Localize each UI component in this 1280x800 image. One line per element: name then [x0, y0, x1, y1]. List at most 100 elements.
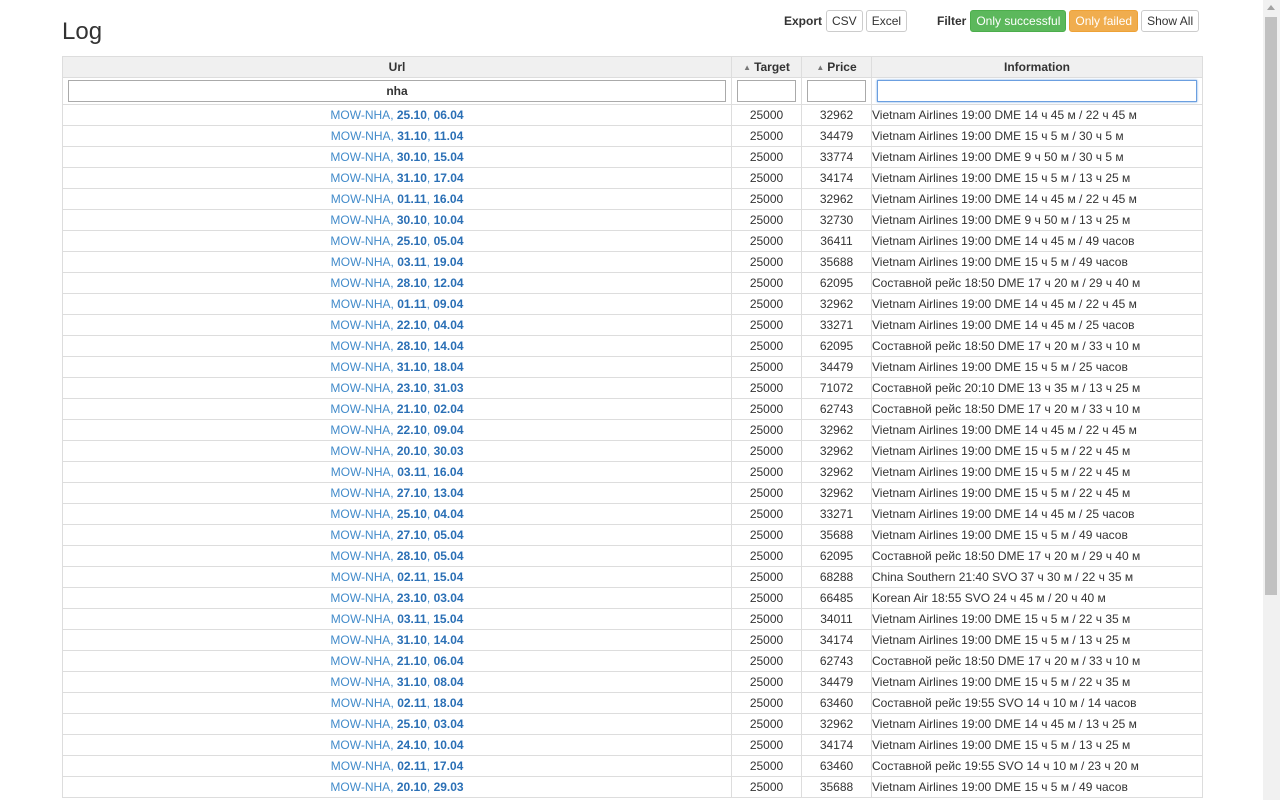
route: MOW-NHA	[330, 675, 391, 689]
row-url-link[interactable]: MOW-NHA, 31.10, 14.04	[330, 633, 463, 647]
vertical-scrollbar[interactable]	[1263, 0, 1280, 800]
table-row: MOW-NHA, 01.11, 09.04 25000 32962 Vietnam A…	[62, 293, 1203, 315]
information-cell: Составной рейс 18:50 DME 17 ч 20 м / 29 …	[871, 545, 1203, 567]
departure-date: 28.10	[396, 549, 427, 563]
target-cell: 25000	[731, 734, 802, 756]
table-row: MOW-NHA, 23.10, 03.04 25000 66485 Korean Ai…	[62, 587, 1203, 609]
column-header-information[interactable]: Information	[871, 56, 1203, 78]
show-all-button[interactable]: Show All	[1141, 9, 1200, 32]
information-cell: Vietnam Airlines 19:00 DME 14 ч 45 м / 2…	[871, 503, 1203, 525]
export-csv-button[interactable]: CSV	[826, 9, 863, 32]
row-url-link[interactable]: MOW-NHA, 23.10, 31.03	[330, 381, 463, 395]
return-date: 03.04	[433, 591, 464, 605]
information-cell: Vietnam Airlines 19:00 DME 15 ч 5 м / 49…	[871, 776, 1203, 798]
departure-date: 31.10	[397, 129, 428, 143]
row-url-link[interactable]: MOW-NHA, 30.10, 10.04	[330, 213, 463, 227]
row-url-link[interactable]: MOW-NHA, 21.10, 06.04	[330, 654, 463, 668]
price-cell: 34479	[801, 356, 872, 378]
row-url-link[interactable]: MOW-NHA, 28.10, 05.04	[330, 549, 463, 563]
target-cell: 25000	[731, 692, 802, 714]
row-url-link[interactable]: MOW-NHA, 28.10, 12.04	[330, 276, 463, 290]
row-url-link[interactable]: MOW-NHA, 24.10, 10.04	[330, 738, 463, 752]
row-url-link[interactable]: MOW-NHA, 02.11, 18.04	[331, 696, 464, 710]
row-url-link[interactable]: MOW-NHA, 23.10, 03.04	[330, 591, 463, 605]
only-successful-button[interactable]: Only successful	[970, 9, 1067, 32]
url-filter-input[interactable]	[68, 80, 726, 102]
row-url-link[interactable]: MOW-NHA, 31.10, 08.04	[330, 675, 463, 689]
target-filter-input[interactable]	[737, 80, 796, 102]
row-url-link[interactable]: MOW-NHA, 03.11, 16.04	[331, 465, 464, 479]
row-url-link[interactable]: MOW-NHA, 27.10, 05.04	[330, 528, 463, 542]
row-url-link[interactable]: MOW-NHA, 27.10, 13.04	[330, 486, 463, 500]
information-filter-input[interactable]	[877, 80, 1197, 102]
export-label: Export	[784, 13, 823, 28]
return-date: 10.04	[433, 738, 464, 752]
scroll-up-arrow-icon[interactable]	[1267, 5, 1275, 10]
departure-date: 31.10	[396, 171, 427, 185]
log-table: Url ▲︎Target ▲︎Price Information MOW-NHA…	[62, 56, 1203, 798]
row-url-link[interactable]: MOW-NHA, 02.11, 17.04	[331, 759, 464, 773]
return-date: 18.04	[433, 696, 464, 710]
price-cell: 62743	[801, 650, 872, 672]
information-cell: Vietnam Airlines 19:00 DME 15 ч 5 м / 30…	[871, 125, 1203, 147]
row-url-link[interactable]: MOW-NHA, 31.10, 18.04	[330, 360, 463, 374]
column-header-url[interactable]: Url	[62, 56, 732, 78]
table-row: MOW-NHA, 03.11, 19.04 25000 35688 Vietnam A…	[62, 251, 1203, 273]
row-url-link[interactable]: MOW-NHA, 01.11, 09.04	[331, 297, 464, 311]
row-url-link[interactable]: MOW-NHA, 28.10, 14.04	[330, 339, 463, 353]
row-url-link[interactable]: MOW-NHA, 25.10, 04.04	[330, 507, 463, 521]
row-url-link[interactable]: MOW-NHA, 03.11, 19.04	[331, 255, 464, 269]
target-cell: 25000	[731, 461, 802, 483]
target-cell: 25000	[731, 776, 802, 798]
row-url-link[interactable]: MOW-NHA, 02.11, 15.04	[331, 570, 464, 584]
table-row: MOW-NHA, 03.11, 15.04 25000 34011 Vietnam A…	[62, 608, 1203, 630]
table-row: MOW-NHA, 20.10, 29.03 25000 35688 Vietnam A…	[62, 776, 1203, 798]
row-url-link[interactable]: MOW-NHA, 25.10, 03.04	[330, 717, 463, 731]
row-url-link[interactable]: MOW-NHA, 22.10, 09.04	[330, 423, 463, 437]
target-cell: 25000	[731, 188, 802, 210]
filter-label: Filter	[937, 13, 967, 28]
row-url-link[interactable]: MOW-NHA, 03.11, 15.04	[331, 612, 464, 626]
price-cell: 36411	[801, 230, 872, 252]
scrollbar-thumb[interactable]	[1265, 17, 1277, 595]
departure-date: 31.10	[396, 633, 427, 647]
price-cell: 34011	[801, 608, 872, 630]
row-url-link[interactable]: MOW-NHA, 31.10, 17.04	[330, 171, 463, 185]
route: MOW-NHA	[330, 486, 391, 500]
departure-date: 27.10	[396, 528, 427, 542]
price-cell: 71072	[801, 377, 872, 399]
price-cell: 34174	[801, 629, 872, 651]
row-url-link[interactable]: MOW-NHA, 31.10, 11.04	[331, 129, 464, 143]
price-cell: 32962	[801, 713, 872, 735]
row-url-link[interactable]: MOW-NHA, 20.10, 29.03	[330, 780, 463, 794]
row-url-link[interactable]: MOW-NHA, 22.10, 04.04	[330, 318, 463, 332]
information-cell: Vietnam Airlines 19:00 DME 14 ч 45 м / 4…	[871, 230, 1203, 252]
table-row: MOW-NHA, 22.10, 04.04 25000 33271 Vietnam A…	[62, 314, 1203, 336]
page-title: Log	[62, 18, 103, 45]
column-header-price[interactable]: ▲︎ Price	[801, 56, 872, 78]
return-date: 12.04	[433, 276, 464, 290]
route: MOW-NHA	[330, 696, 391, 710]
target-cell: 25000	[731, 503, 802, 525]
export-excel-button[interactable]: Excel	[865, 9, 908, 32]
return-date: 05.04	[433, 234, 464, 248]
target-cell: 25000	[731, 335, 802, 357]
row-url-link[interactable]: MOW-NHA, 01.11, 16.04	[331, 192, 464, 206]
row-url-link[interactable]: MOW-NHA, 20.10, 30.03	[330, 444, 463, 458]
target-cell: 25000	[731, 167, 802, 189]
row-url-link[interactable]: MOW-NHA, 30.10, 15.04	[330, 150, 463, 164]
return-date: 09.04	[433, 423, 464, 437]
departure-date: 25.10	[396, 507, 427, 521]
row-url-link[interactable]: MOW-NHA, 21.10, 02.04	[330, 402, 463, 416]
only-failed-button[interactable]: Only failed	[1069, 9, 1139, 32]
table-row: MOW-NHA, 20.10, 30.03 25000 32962 Vietnam A…	[62, 440, 1203, 462]
return-date: 17.04	[433, 759, 464, 773]
information-cell: Vietnam Airlines 19:00 DME 15 ч 5 м / 13…	[871, 629, 1203, 651]
row-url-link[interactable]: MOW-NHA, 25.10, 06.04	[330, 108, 463, 122]
row-url-link[interactable]: MOW-NHA, 25.10, 05.04	[330, 234, 463, 248]
price-filter-input[interactable]	[807, 80, 866, 102]
information-cell: Vietnam Airlines 19:00 DME 15 ч 5 м / 49…	[871, 251, 1203, 273]
departure-date: 25.10	[396, 717, 427, 731]
return-date: 09.04	[433, 297, 464, 311]
column-header-target[interactable]: ▲︎ Target	[731, 56, 802, 78]
